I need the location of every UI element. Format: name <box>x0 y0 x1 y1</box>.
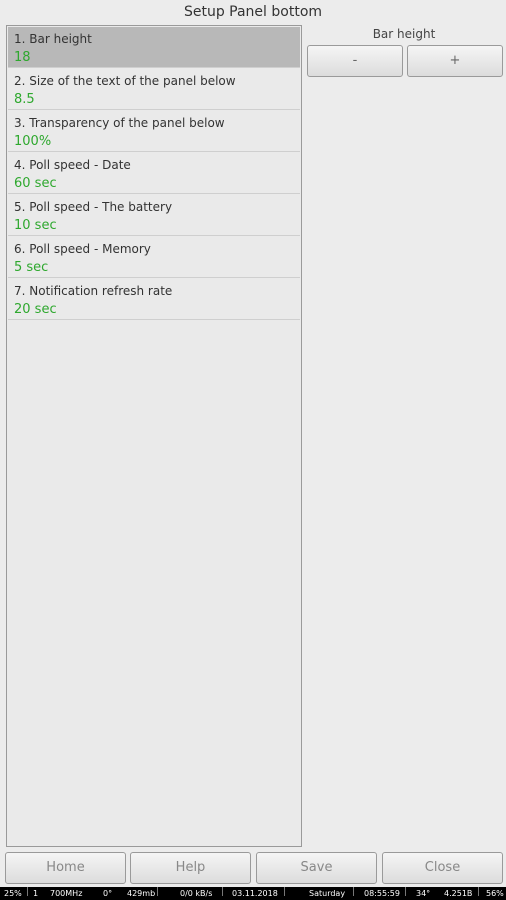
settings-item-value: 18 <box>14 50 31 65</box>
date-text: 03.11.2018 <box>232 889 278 898</box>
settings-item-value: 5 sec <box>14 260 49 275</box>
settings-item-label: 5. Poll speed - The battery <box>14 200 173 214</box>
save-button[interactable]: Save <box>256 852 377 884</box>
settings-item-label: 2. Size of the text of the panel below <box>14 74 236 88</box>
battery-voltage: 4.251B <box>444 889 473 898</box>
close-button[interactable]: Close <box>382 852 503 884</box>
day-text: Saturday <box>309 889 346 898</box>
network-speed: 0/0 kB/s <box>180 889 213 898</box>
settings-item-value: 60 sec <box>14 176 57 191</box>
cpu-frequency: 700MHz <box>50 889 83 898</box>
settings-item-poll-date[interactable]: 4. Poll speed - Date 60 sec <box>8 153 300 194</box>
settings-item-transparency[interactable]: 3. Transparency of the panel below 100% <box>8 111 300 152</box>
settings-list: 1. Bar height 18 2. Size of the text of … <box>6 25 302 847</box>
settings-item-label: 3. Transparency of the panel below <box>14 116 225 130</box>
settings-item-value: 20 sec <box>14 302 57 317</box>
settings-item-label: 6. Poll speed - Memory <box>14 242 151 256</box>
increment-button[interactable]: + <box>407 45 503 77</box>
help-button[interactable]: Help <box>130 852 251 884</box>
settings-item-label: 1. Bar height <box>14 32 92 46</box>
settings-item-notification-refresh[interactable]: 7. Notification refresh rate 20 sec <box>8 279 300 320</box>
settings-item-text-size[interactable]: 2. Size of the text of the panel below 8… <box>8 69 300 110</box>
settings-item-poll-battery[interactable]: 5. Poll speed - The battery 10 sec <box>8 195 300 236</box>
editor-title: Bar height <box>372 27 436 41</box>
home-button[interactable]: Home <box>5 852 126 884</box>
settings-item-poll-memory[interactable]: 6. Poll speed - Memory 5 sec <box>8 237 300 278</box>
settings-item-value: 100% <box>14 134 52 149</box>
settings-item-label: 7. Notification refresh rate <box>14 284 173 298</box>
memory-usage: 429mb <box>127 889 156 898</box>
battery-level: 56% <box>486 889 504 898</box>
settings-item-bar-height[interactable]: 1. Bar height 18 <box>8 27 300 68</box>
decrement-button[interactable]: - <box>307 45 403 77</box>
cpu-load: 25% <box>4 889 22 898</box>
settings-item-value: 8.5 <box>14 92 35 107</box>
time-text: 08:55:59 <box>364 889 400 898</box>
status-bar: 25% 1 700MHz 0° 429mb 0/0 kB/s 03.11.201… <box>0 887 506 900</box>
settings-item-label: 4. Poll speed - Date <box>14 158 131 172</box>
cpu-temperature: 0° <box>103 889 113 898</box>
settings-item-value: 10 sec <box>14 218 57 233</box>
cpu-cores: 1 <box>33 889 39 898</box>
battery-temperature: 34° <box>416 889 431 898</box>
page-title: Setup Panel bottom <box>183 4 323 20</box>
